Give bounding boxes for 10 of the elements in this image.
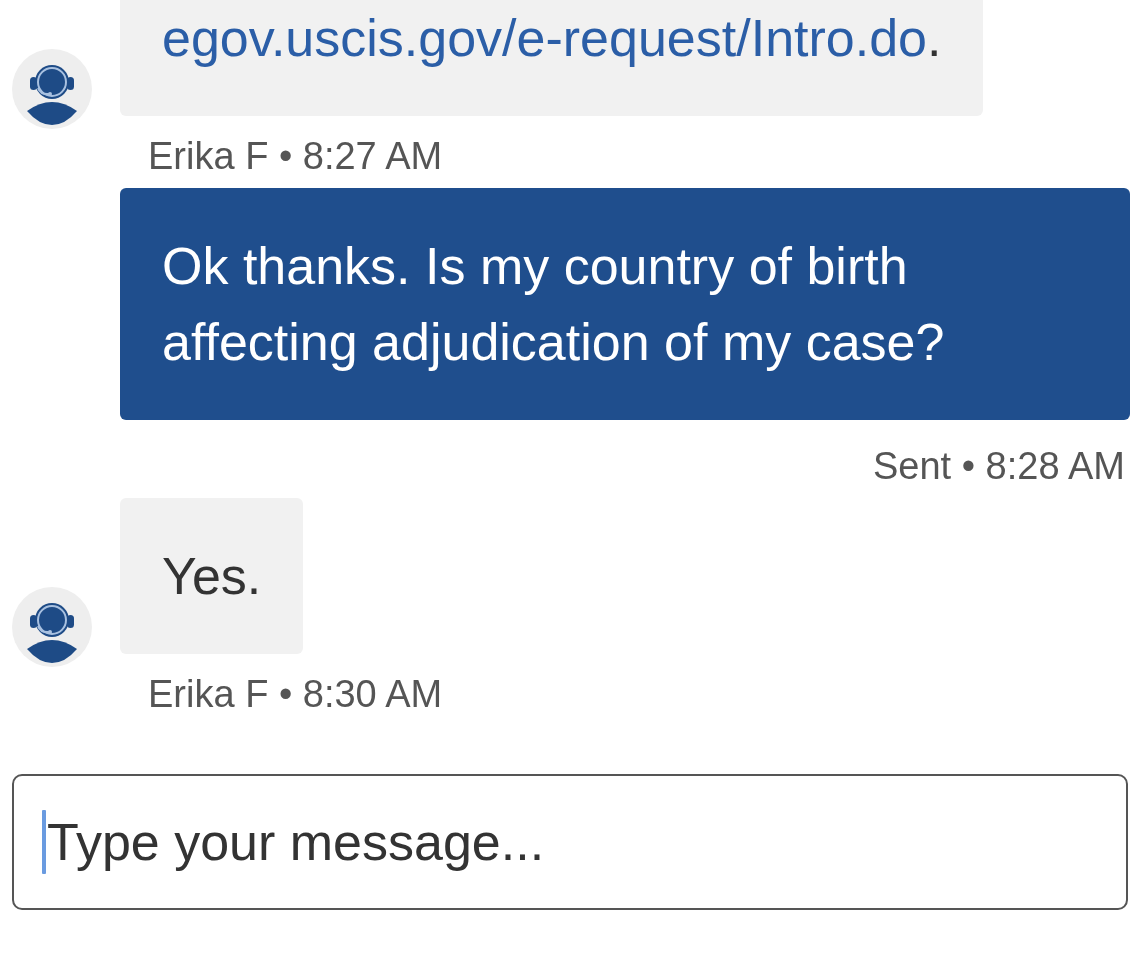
message-text: Ok thanks. Is my country of birth affecting adjudication of my case?: [162, 236, 946, 373]
agent-avatar-icon: [12, 49, 92, 129]
message-text: egov.uscis.gov/e-request/Intro.do.: [162, 8, 942, 69]
message-text: Yes.: [162, 546, 262, 607]
agent-avatar-icon: [12, 587, 92, 667]
message-input[interactable]: Type your message...: [12, 774, 1128, 910]
message-link[interactable]: egov.uscis.gov/e-request/Intro.do: [162, 9, 928, 67]
message-meta: Erika F • 8:27 AM: [148, 136, 444, 176]
message-meta: Sent • 8:28 AM: [872, 446, 1125, 486]
message-meta: Erika F • 8:30 AM: [148, 674, 444, 714]
